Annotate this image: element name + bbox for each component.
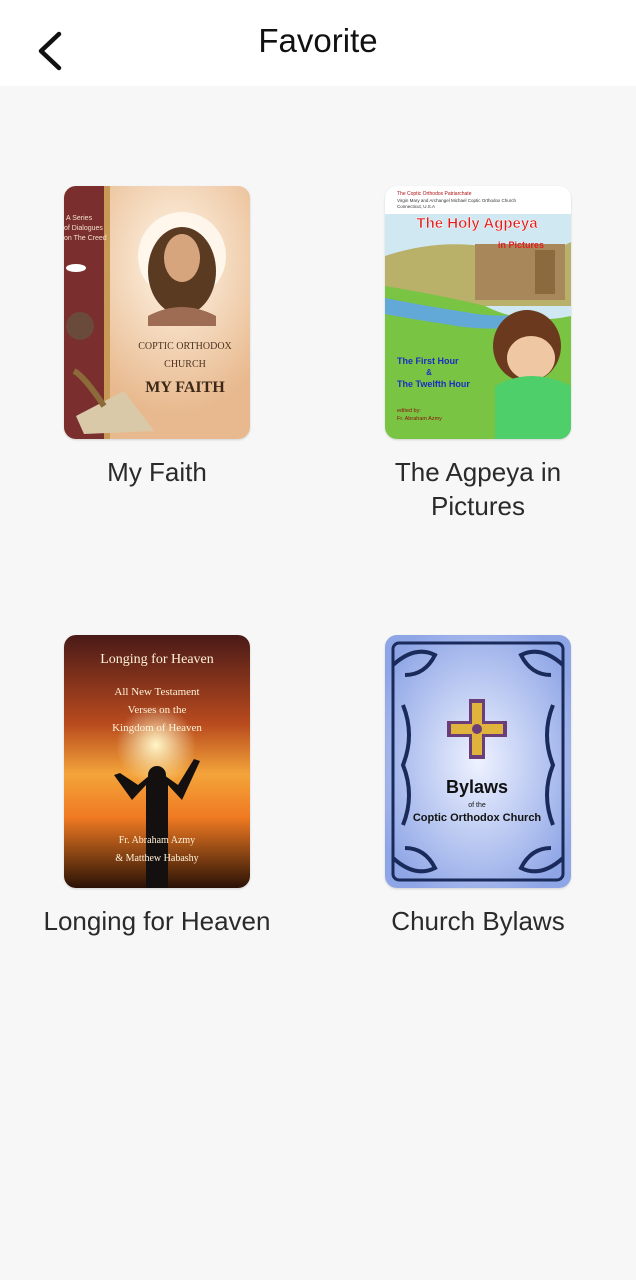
cover-of: of the bbox=[468, 802, 486, 809]
page-title: Favorite bbox=[258, 22, 378, 59]
cover-subheading: in Pictures bbox=[498, 240, 544, 250]
cover-series-line-2: of Dialogues bbox=[64, 225, 103, 232]
book-title: Church Bylaws bbox=[391, 906, 565, 936]
cover-edited: edited by: bbox=[397, 408, 421, 414]
book-title: The Agpeya in Pictures bbox=[394, 457, 562, 521]
book-title: Longing for Heaven bbox=[43, 906, 271, 936]
cover-series-line-3: on The Creed bbox=[64, 235, 107, 242]
cover-hour-amp: & bbox=[426, 368, 432, 377]
cover-heading: Bylaws bbox=[446, 777, 508, 797]
cover-heading: Longing for Heaven bbox=[100, 652, 214, 667]
book-card-longing-for-heaven[interactable]: Longing for Heaven All New Testament Ver… bbox=[27, 635, 287, 938]
cover-line-2: CHURCH bbox=[164, 359, 206, 370]
cover-hour-2: The Twelfth Hour bbox=[397, 379, 470, 389]
cover-sub-1: All New Testament bbox=[114, 686, 199, 698]
book-cover-church-bylaws[interactable]: Bylaws of the Coptic Orthodox Church bbox=[385, 635, 571, 888]
cover-hour-1: The First Hour bbox=[397, 356, 459, 366]
book-cover-longing-for-heaven[interactable]: Longing for Heaven All New Testament Ver… bbox=[64, 635, 250, 888]
cover-line-1: COPTIC ORTHODOX bbox=[138, 341, 232, 352]
book-card-my-faith[interactable]: A Series of Dialogues on The Creed COPTI… bbox=[27, 186, 287, 489]
cover-heading: The Holy Agpeya bbox=[416, 215, 538, 232]
cover-org: Coptic Orthodox Church bbox=[413, 812, 542, 824]
cover-line-3: MY FAITH bbox=[145, 379, 225, 396]
cover-publisher-2: Virgin Mary and Archangel Michael Coptic… bbox=[397, 198, 516, 203]
app-bar: Favorite bbox=[0, 0, 636, 86]
book-card-church-bylaws[interactable]: Bylaws of the Coptic Orthodox Church Chu… bbox=[348, 635, 608, 938]
cover-series-line-1: A Series bbox=[66, 215, 93, 222]
book-cover-agpeya[interactable]: The Coptic Orthodox Patriarchate Virgin … bbox=[385, 186, 571, 439]
cover-editor: Fr. Abraham Azmy bbox=[397, 416, 442, 422]
cover-sub-2: Verses on the bbox=[128, 704, 187, 716]
cover-author-2: & Matthew Habashy bbox=[115, 853, 198, 864]
cover-publisher-1: The Coptic Orthodox Patriarchate bbox=[397, 191, 472, 197]
cover-author-1: Fr. Abraham Azmy bbox=[119, 835, 195, 846]
book-card-agpeya[interactable]: The Coptic Orthodox Patriarchate Virgin … bbox=[348, 186, 608, 523]
cover-publisher-3: Connecticut, U.S.A bbox=[397, 204, 435, 209]
cover-sub-3: Kingdom of Heaven bbox=[112, 722, 202, 734]
book-title: My Faith bbox=[107, 457, 207, 487]
book-cover-my-faith[interactable]: A Series of Dialogues on The Creed COPTI… bbox=[64, 186, 250, 439]
